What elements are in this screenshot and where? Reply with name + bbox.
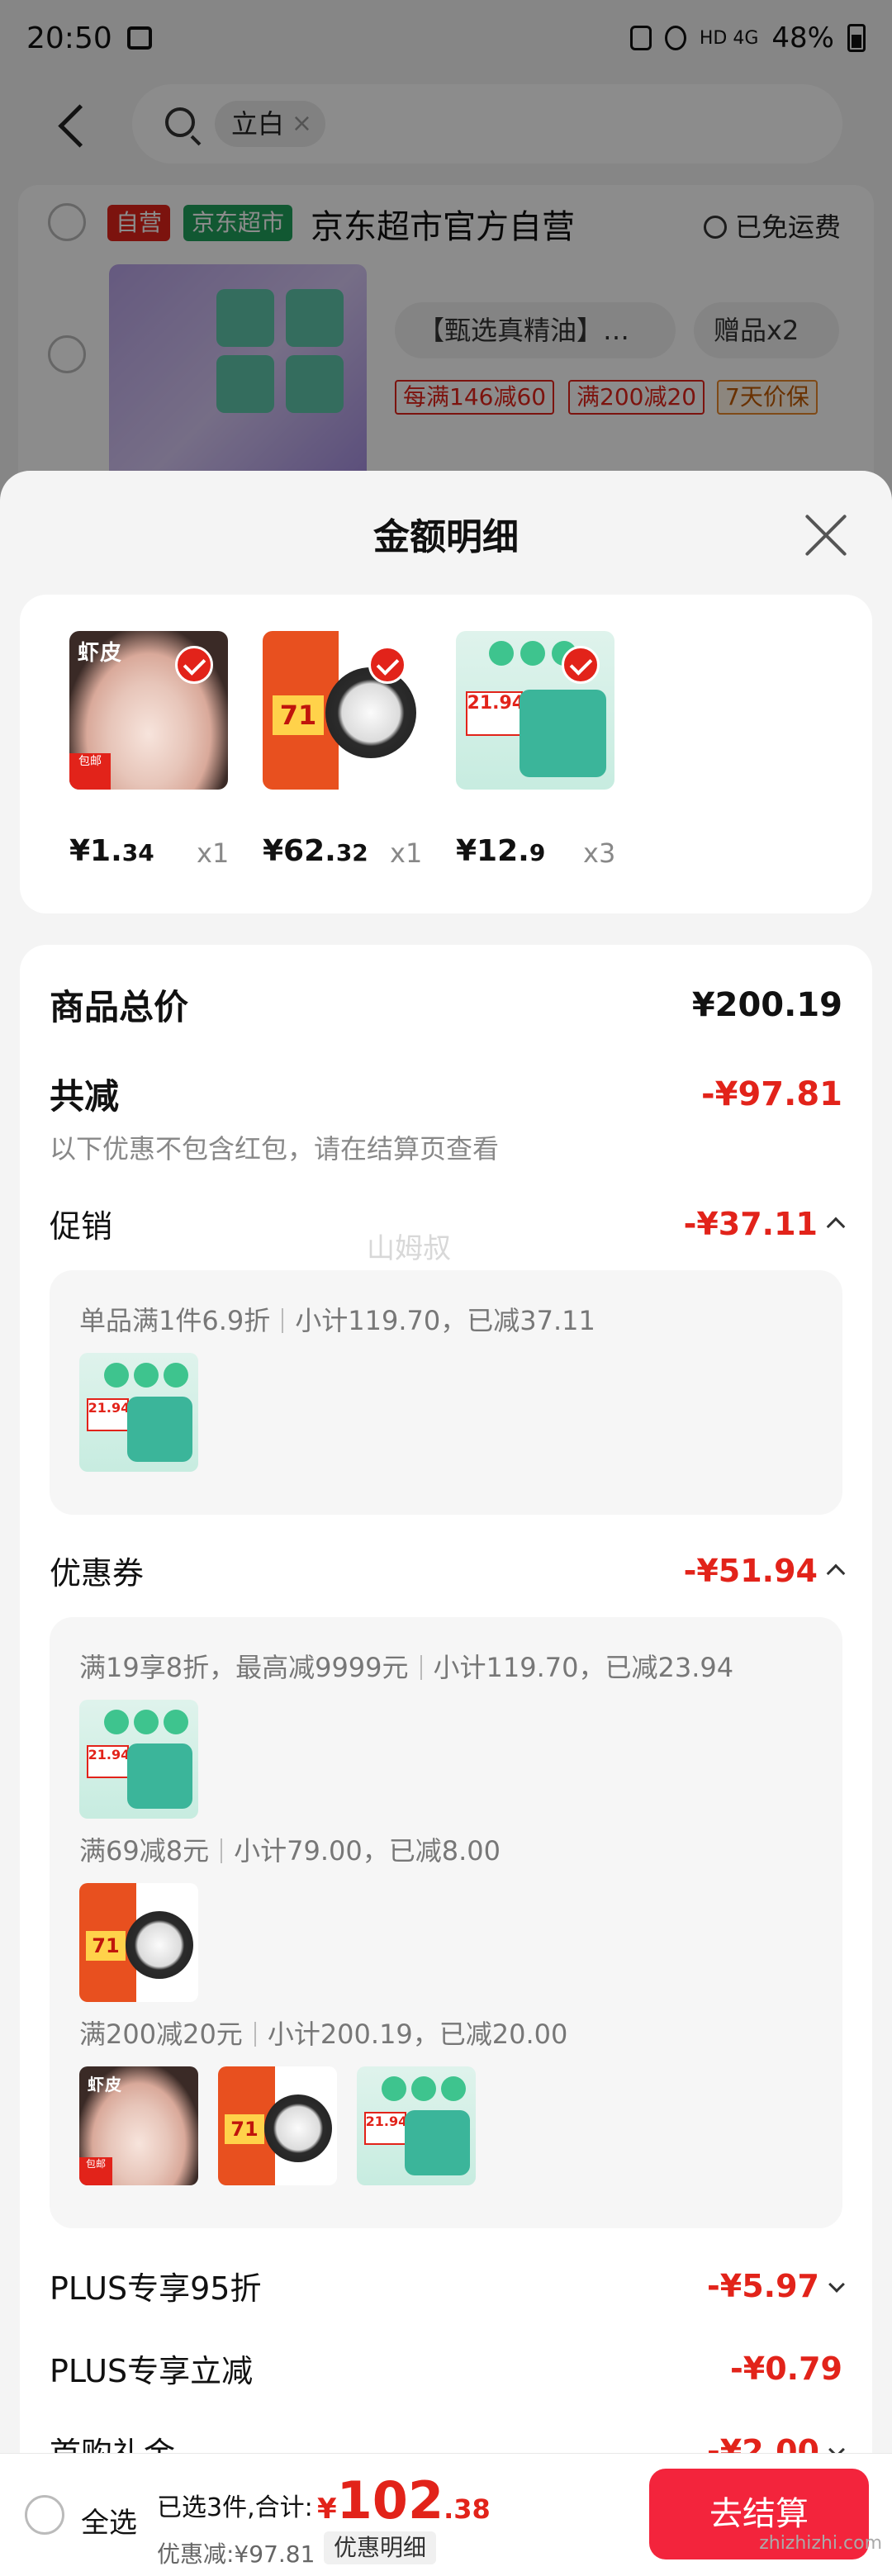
promo-amount: -¥37.11 bbox=[683, 1205, 846, 1242]
coupon-amount: -¥51.94 bbox=[683, 1552, 846, 1589]
site-watermark: zhizhizhi.com bbox=[759, 2533, 882, 2554]
coupon-item-thumb: 21.94 bbox=[79, 1700, 198, 1819]
check-icon bbox=[175, 646, 213, 684]
close-icon[interactable] bbox=[803, 512, 849, 558]
select-all-radio[interactable] bbox=[25, 2495, 64, 2535]
amount-detail-sheet: 金额明细 虾皮 包邮 ¥1.34 x1 71 ¥62.32 x1 21.94 ¥… bbox=[0, 471, 892, 2576]
item-thumb-prawn[interactable]: 71 bbox=[263, 631, 421, 790]
total-label: 商品总价 bbox=[50, 987, 189, 1027]
reduce-value: -¥97.81 bbox=[701, 1075, 842, 1113]
discount-summary: 优惠减:¥97.81 bbox=[157, 2540, 316, 2568]
reduce-row: 共减 -¥97.81 bbox=[50, 1069, 842, 1119]
price-breakdown-card: 商品总价 ¥200.19 共减 -¥97.81 以下优惠不包含红包，请在结算页查… bbox=[20, 945, 872, 2576]
reduce-note: 以下优惠不包含红包，请在结算页查看 bbox=[50, 1133, 500, 1165]
total-price: ¥102.38 bbox=[317, 2470, 491, 2531]
sheet-title: 金额明细 bbox=[373, 516, 519, 558]
coupon-rule: 满19享8折，最高减9999元 小计119.70，已减23.94 bbox=[79, 1652, 734, 1683]
chevron-down-icon[interactable] bbox=[828, 2275, 845, 2293]
coupon-row[interactable]: 优惠券 -¥51.94 bbox=[50, 1548, 846, 1593]
promo-label: 促销 bbox=[50, 1208, 113, 1245]
plus95-label: PLUS专享95折 bbox=[50, 2270, 262, 2307]
item-thumb-liby-pods[interactable]: 21.94 bbox=[456, 631, 614, 790]
promo-box: 单品满1件6.9折 小计119.70，已减37.11 21.94 bbox=[50, 1270, 842, 1515]
coupon-rule: 满69减8元 小计79.00，已减8.00 bbox=[79, 1835, 501, 1867]
coupon-item-thumb: 21.94 bbox=[357, 2066, 476, 2185]
chevron-up-icon[interactable] bbox=[826, 1217, 846, 1236]
plus-reduce-label: PLUS专享立减 bbox=[50, 2353, 254, 2389]
page: { "status_bar": {"time": "20:50", "netwo… bbox=[0, 0, 892, 2576]
select-all-label[interactable]: 全选 bbox=[81, 2500, 137, 2540]
coupon-item-thumb: 虾皮 包邮 bbox=[79, 2066, 198, 2185]
item-qty: x3 bbox=[583, 837, 616, 869]
coupon-item-thumb: 71 bbox=[79, 1883, 198, 2002]
check-icon bbox=[368, 646, 406, 684]
plus95-row[interactable]: PLUS专享95折 -¥5.97 bbox=[50, 2263, 845, 2308]
coupon-value: -¥51.94 bbox=[683, 1552, 818, 1589]
item-price: ¥62.32 bbox=[263, 834, 368, 868]
selected-summary: 已选3件,合计: bbox=[157, 2493, 313, 2522]
plus-reduce-row: PLUS专享立减 -¥0.79 bbox=[50, 2346, 842, 2391]
chevron-up-icon[interactable] bbox=[826, 1563, 846, 1582]
checkout-bar: 全选 已选3件,合计: ¥102.38 优惠减:¥97.81 优惠明细 去结算 … bbox=[0, 2453, 892, 2576]
coupon-box: 满19享8折，最高减9999元 小计119.70，已减23.94 21.94 满6… bbox=[50, 1617, 842, 2228]
discount-detail-button[interactable]: 优惠明细 bbox=[324, 2531, 437, 2564]
item-thumb-dried-shrimp[interactable]: 虾皮 包邮 bbox=[69, 631, 228, 790]
plus95-amount: -¥5.97 bbox=[707, 2267, 845, 2304]
promo-row[interactable]: 促销 -¥37.11 bbox=[50, 1201, 846, 1246]
total-value: ¥200.19 bbox=[691, 985, 842, 1024]
reduce-label: 共减 bbox=[50, 1076, 120, 1117]
promo-item-thumb: 21.94 bbox=[79, 1353, 198, 1472]
item-price: ¥12.9 bbox=[456, 834, 546, 868]
modal-overlay[interactable] bbox=[0, 0, 892, 529]
coupon-item-thumb: 71 bbox=[218, 2066, 337, 2185]
selected-items-card: 虾皮 包邮 ¥1.34 x1 71 ¥62.32 x1 21.94 ¥12.9 … bbox=[20, 595, 872, 913]
item-qty: x1 bbox=[197, 837, 230, 869]
plus95-value: -¥5.97 bbox=[707, 2267, 819, 2304]
plus-reduce-value: -¥0.79 bbox=[730, 2350, 842, 2387]
coupon-rule: 满200减20元 小计200.19，已减20.00 bbox=[79, 2019, 568, 2050]
promo-value: -¥37.11 bbox=[683, 1205, 818, 1242]
item-price: ¥1.34 bbox=[69, 834, 154, 868]
check-icon bbox=[562, 646, 600, 684]
coupon-label: 优惠券 bbox=[50, 1555, 145, 1592]
promo-rule: 单品满1件6.9折 小计119.70，已减37.11 bbox=[79, 1305, 595, 1336]
total-row: 商品总价 ¥200.19 bbox=[50, 980, 842, 1030]
item-qty: x1 bbox=[390, 837, 423, 869]
